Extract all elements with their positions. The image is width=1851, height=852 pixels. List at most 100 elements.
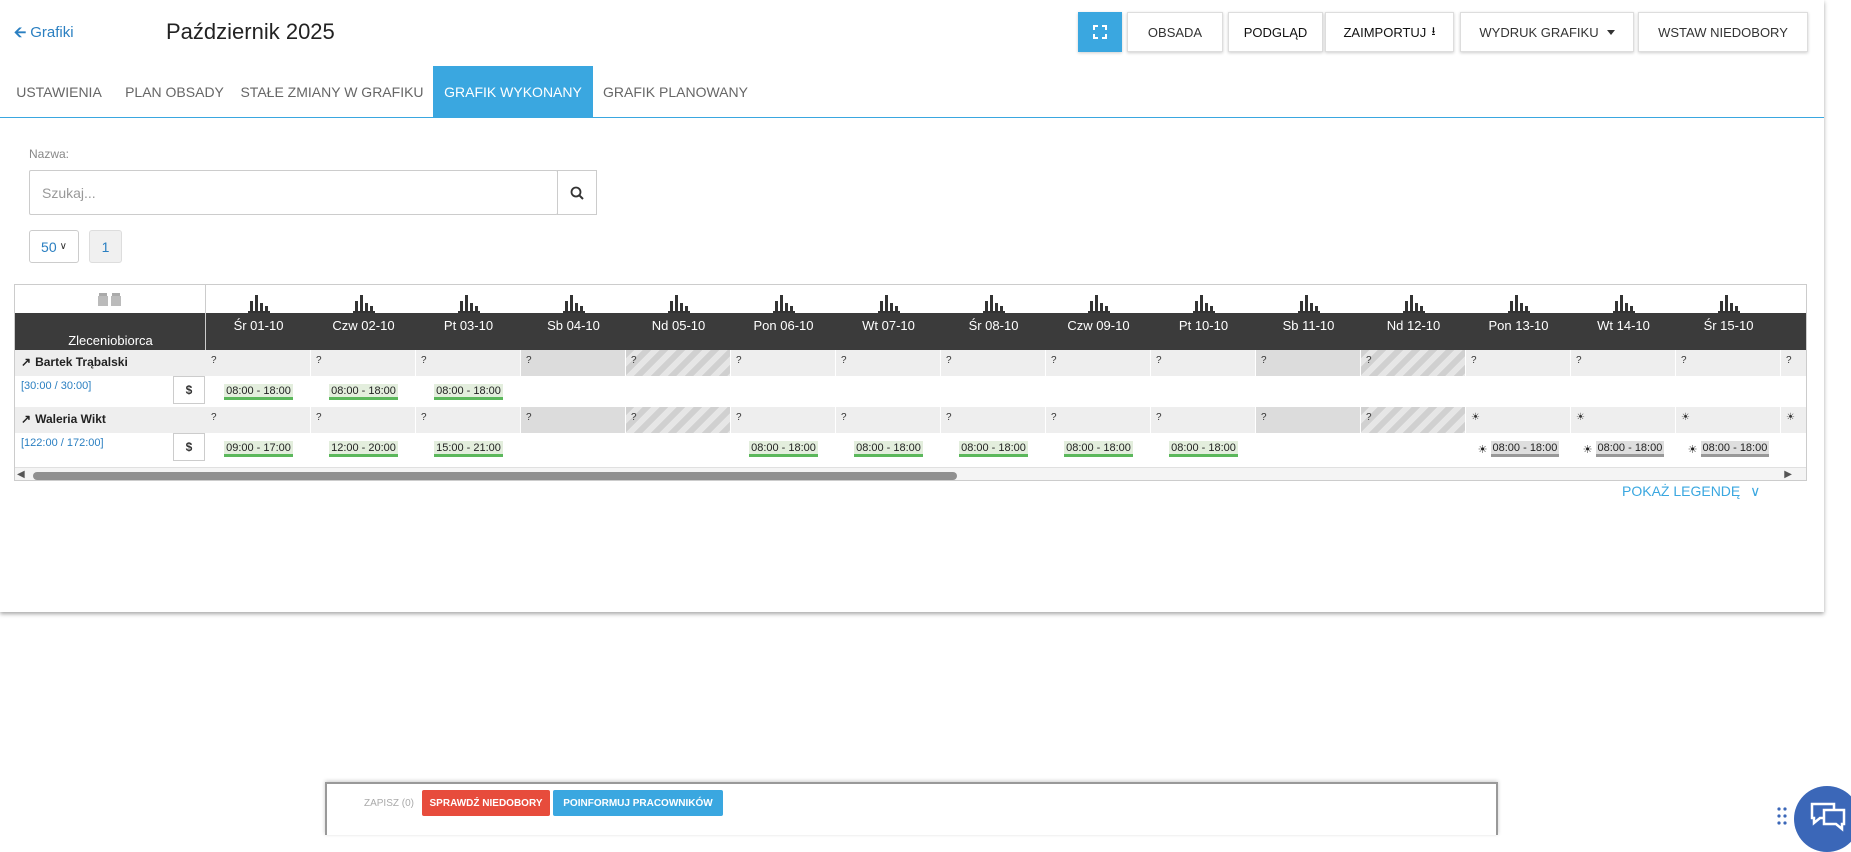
availability-cell[interactable]: ? [1676,350,1781,376]
scroll-left-icon[interactable]: ◀ [17,469,25,480]
scroll-right-icon[interactable]: ▶ [1784,469,1792,480]
chat-button[interactable] [1794,786,1851,852]
employee-name-link[interactable]: ↗ Bartek Trąbalski [21,355,128,369]
availability-cell[interactable]: ? [1151,350,1256,376]
shift-cell[interactable]: 08:00 - 18:00 [416,382,521,402]
availability-cell[interactable]: ? [311,407,416,433]
obsada-button[interactable]: OBSADA [1127,12,1223,52]
bar-chart-icon[interactable] [836,287,941,313]
bar-chart-icon[interactable] [521,287,626,313]
availability-cell[interactable]: ? [1046,407,1151,433]
bar-chart-icon[interactable] [206,287,311,313]
bar-chart-icon[interactable] [1571,287,1676,313]
availability-cell[interactable]: ? [1781,350,1806,376]
tab-stale-zmiany[interactable]: STAŁE ZMIANY W GRAFIKU [231,66,433,118]
employee-name-link[interactable]: ↗ Waleria Wikt [21,412,106,426]
shift-cell[interactable]: 08:00 - 18:00 [941,439,1046,459]
bar-chart-icon[interactable] [1676,287,1781,313]
availability-cell[interactable]: ? [1046,350,1151,376]
availability-cell[interactable]: ? [521,350,626,376]
shift-cell[interactable]: 08:00 - 18:00 [836,439,941,459]
per-page-select[interactable]: 50 ∨ [29,230,79,263]
show-legend-toggle[interactable]: POKAŻ LEGENDĘ ∨ [1622,483,1760,500]
tab-grafik-planowany[interactable]: GRAFIK PLANOWANY [593,66,758,118]
zaimportuj-button[interactable]: ZAIMPORTUJ ⭳ [1325,12,1454,52]
wydruk-grafiku-dropdown[interactable]: WYDRUK GRAFIKU [1460,12,1634,52]
availability-cell[interactable]: ? [1571,350,1676,376]
shift-cell[interactable]: 08:00 - 18:00 [731,439,836,459]
shift-cell[interactable]: 08:00 - 18:00 [206,382,311,402]
horizontal-scrollbar[interactable]: ◀ ▶ [15,467,1806,480]
day-header: Pt 10-10 [1178,318,1229,333]
bar-chart-icon[interactable] [311,287,416,313]
bar-chart-icon[interactable] [1361,287,1466,313]
availability-cell[interactable]: ☀ [1781,407,1806,433]
tab-grafik-wykonany[interactable]: GRAFIK WYKONANY [433,66,593,118]
shift-cell[interactable]: 09:00 - 17:00 [206,439,311,459]
bar-chart-icon[interactable] [731,287,836,313]
availability-cell[interactable]: ☀ [1676,407,1781,433]
tab-plan-obsady[interactable]: PLAN OBSADY [118,66,231,118]
availability-cell[interactable]: ☀ [1571,407,1676,433]
availability-cell[interactable]: ? [1466,350,1571,376]
scrollbar-thumb[interactable] [33,472,957,480]
availability-cell[interactable]: ? [521,407,626,433]
check-shortages-button[interactable]: SPRAWDŹ NIEDOBORY [422,790,550,816]
search-input[interactable] [29,170,558,215]
shift-cell[interactable]: ☀ [1781,439,1806,459]
pay-button[interactable]: $ [173,376,205,404]
shift-time: 12:00 - 20:00 [329,441,398,457]
page-title: Październik 2025 [166,19,335,44]
shift-cell[interactable]: 08:00 - 18:00 [311,382,416,402]
wstaw-niedobory-button[interactable]: WSTAW NIEDOBORY [1638,12,1808,52]
bar-chart-icon[interactable] [1781,287,1806,313]
bar-chart-icon[interactable] [941,287,1046,313]
employee-row: ↗ Waleria Wikt???????????? ☀ ☀ ☀ ☀ [15,407,1806,433]
drag-handle-icon[interactable] [1776,806,1788,826]
shift-cell[interactable]: ☀ 08:00 - 18:00 [1676,439,1781,459]
shift-cell[interactable]: 15:00 - 21:00 [416,439,521,459]
shift-cell[interactable]: ☀ 08:00 - 18:00 [1571,439,1676,459]
availability-cell[interactable]: ? [1256,350,1361,376]
availability-cell[interactable]: ? [731,407,836,433]
podglad-button[interactable]: PODGLĄD [1228,12,1323,52]
bar-chart-icon[interactable] [416,287,521,313]
availability-cell[interactable]: ? [836,350,941,376]
search-button[interactable] [557,170,597,215]
back-to-grafiki-link[interactable]: 🡨 Grafiki [14,22,74,47]
availability-cell[interactable]: ? [416,407,521,433]
bar-chart-icon[interactable] [1466,287,1571,313]
bar-chart-icon[interactable] [1151,287,1256,313]
pay-button[interactable]: $ [173,433,205,461]
save-button[interactable]: ZAPISZ (0) [361,790,417,816]
shift-cell[interactable]: 08:00 - 18:00 [1151,439,1256,459]
availability-cell[interactable]: ? [731,350,836,376]
availability-cell[interactable]: ? [836,407,941,433]
availability-cell[interactable]: ? [626,350,731,376]
bar-chart-icon[interactable] [1256,287,1361,313]
fullscreen-button[interactable] [1078,12,1122,52]
availability-cell[interactable]: ? [1256,407,1361,433]
availability-cell[interactable]: ? [941,407,1046,433]
bar-chart-icon[interactable] [1046,287,1151,313]
shift-cell[interactable]: 12:00 - 20:00 [311,439,416,459]
availability-cell[interactable]: ☀ [1466,407,1571,433]
shift-time: 08:00 - 18:00 [224,384,293,400]
availability-cell[interactable]: ? [626,407,731,433]
tab-ustawienia[interactable]: USTAWIENIA [0,66,118,118]
day-header: Nd 12-10 [1386,318,1441,333]
shift-cell[interactable]: 08:00 - 18:00 [1046,439,1151,459]
availability-cell[interactable]: ? [206,407,311,433]
notify-employees-button[interactable]: POINFORMUJ PRACOWNIKÓW [553,790,723,816]
page-1-button[interactable]: 1 [89,230,122,263]
availability-cell[interactable]: ? [206,350,311,376]
bar-chart-icon[interactable] [626,287,731,313]
availability-cell[interactable]: ? [1361,407,1466,433]
availability-cell[interactable]: ? [941,350,1046,376]
availability-cell[interactable]: ? [311,350,416,376]
availability-cell[interactable]: ? [1151,407,1256,433]
availability-cell[interactable]: ? [416,350,521,376]
shift-cell[interactable]: ☀ 08:00 - 18:00 [1466,439,1571,459]
shift-time: 08:00 - 18:00 [854,441,923,457]
availability-cell[interactable]: ? [1361,350,1466,376]
